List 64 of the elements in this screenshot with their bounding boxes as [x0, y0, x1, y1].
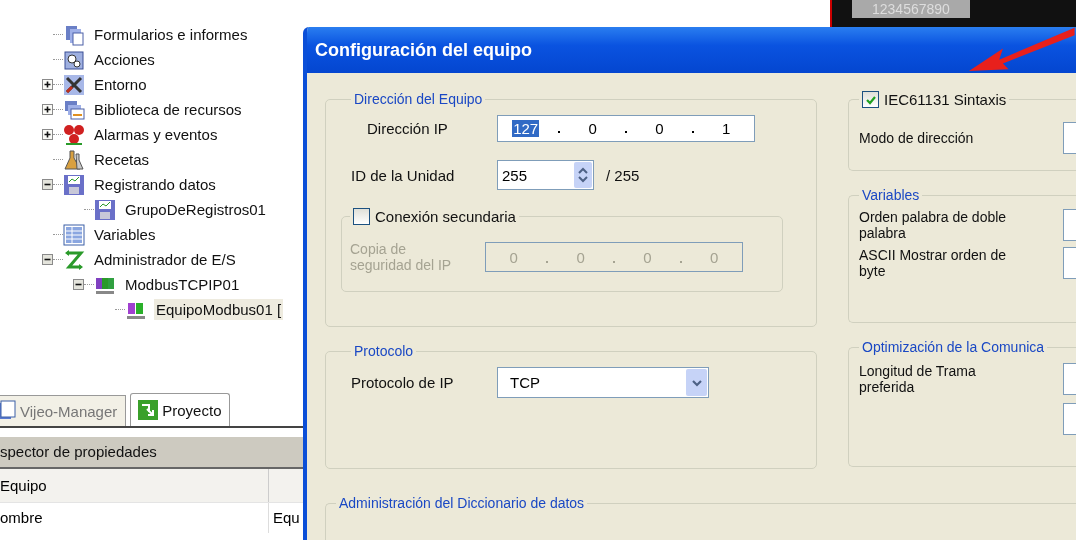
- tools-icon: [63, 73, 85, 96]
- dropdown[interactable]: [1063, 122, 1076, 154]
- checkbox-label: Conexión secundaria: [375, 208, 516, 225]
- field-label: Orden palabra de doble palabra: [859, 209, 1008, 241]
- spin-button[interactable]: [574, 162, 592, 188]
- tree-item[interactable]: Administrador de E/S: [92, 249, 238, 270]
- project-icon: [137, 399, 160, 421]
- group-title: Protocolo: [353, 343, 415, 359]
- panel-title: spector de propiedades: [0, 437, 303, 469]
- field-label: Modo de dirección: [859, 130, 975, 146]
- input-field[interactable]: [1063, 403, 1076, 435]
- expand-toggle[interactable]: [42, 129, 53, 140]
- dropdown-button[interactable]: [686, 369, 707, 396]
- tree-item[interactable]: Entorno: [92, 74, 149, 95]
- tree-item[interactable]: Alarmas y eventos: [92, 124, 220, 145]
- field-label: Protocolo de IP: [351, 374, 455, 391]
- arrow-icon: [63, 248, 85, 271]
- tree-item[interactable]: Registrando datos: [92, 174, 218, 195]
- range-label: / 255: [606, 166, 640, 184]
- window-title: Configuración del equipo: [315, 39, 532, 61]
- tree-item[interactable]: Acciones: [92, 49, 157, 70]
- tree-item[interactable]: Biblioteca de recursos: [92, 99, 244, 120]
- expand-toggle[interactable]: [42, 104, 53, 115]
- dropdown[interactable]: [1063, 209, 1076, 241]
- documents-icon: [63, 98, 85, 121]
- group-title: Variables: [861, 187, 921, 203]
- tree-item[interactable]: ModbusTCPIP01: [123, 274, 242, 295]
- checkbox-label: IEC61131 Sintaxis: [884, 91, 1007, 108]
- collapse-toggle[interactable]: [73, 279, 84, 290]
- spin-field[interactable]: 255: [497, 160, 594, 190]
- property-value: Equ: [272, 508, 301, 528]
- tab[interactable]: Vijeo-Manager: [0, 395, 127, 426]
- tab[interactable]: Proyecto: [130, 393, 231, 426]
- collapse-toggle[interactable]: [42, 254, 53, 265]
- tree-item[interactable]: Variables: [92, 224, 158, 245]
- dropdown[interactable]: TCP: [497, 367, 709, 398]
- group-title: Dirección del Equipo: [353, 91, 484, 107]
- flask-icon: [63, 148, 85, 171]
- field-label: ID de la Unidad: [351, 166, 456, 184]
- field-label: Copia de seguridad del IP: [350, 241, 453, 273]
- field-label: ASCII Mostrar orden de byte: [859, 247, 1008, 279]
- collapse-toggle[interactable]: [42, 179, 53, 190]
- group-title: Administración del Diccionario de datos: [338, 495, 586, 511]
- tree-item[interactable]: GrupoDeRegistros01: [123, 199, 268, 220]
- tree-item[interactable]: EquipoModbus01 [: [154, 299, 284, 320]
- ip-address-field[interactable]: 127 0 0 1: [497, 115, 755, 142]
- documents-icon: [63, 23, 85, 46]
- dropdown[interactable]: [1063, 247, 1076, 279]
- input-field[interactable]: [1063, 363, 1076, 395]
- property-name: ombre: [0, 503, 269, 533]
- tree-item[interactable]: Formularios e informes: [92, 24, 250, 45]
- field-label: Longitud de Trama preferida: [859, 363, 977, 395]
- ip-address-field: 0 0 0 0: [485, 242, 743, 272]
- up-down-arrows-icon: [577, 167, 589, 183]
- section-header: Equipo: [0, 469, 269, 502]
- expand-toggle[interactable]: [42, 79, 53, 90]
- document-icon: [0, 400, 17, 422]
- field-label: Dirección IP: [366, 120, 449, 137]
- siren-icon: [63, 123, 85, 146]
- gears-icon: [63, 48, 85, 71]
- group-title: Optimización de la Comunica: [861, 339, 1046, 355]
- tree-item[interactable]: Recetas: [92, 149, 152, 170]
- checkbox[interactable]: [862, 91, 879, 108]
- table-icon: [63, 223, 85, 246]
